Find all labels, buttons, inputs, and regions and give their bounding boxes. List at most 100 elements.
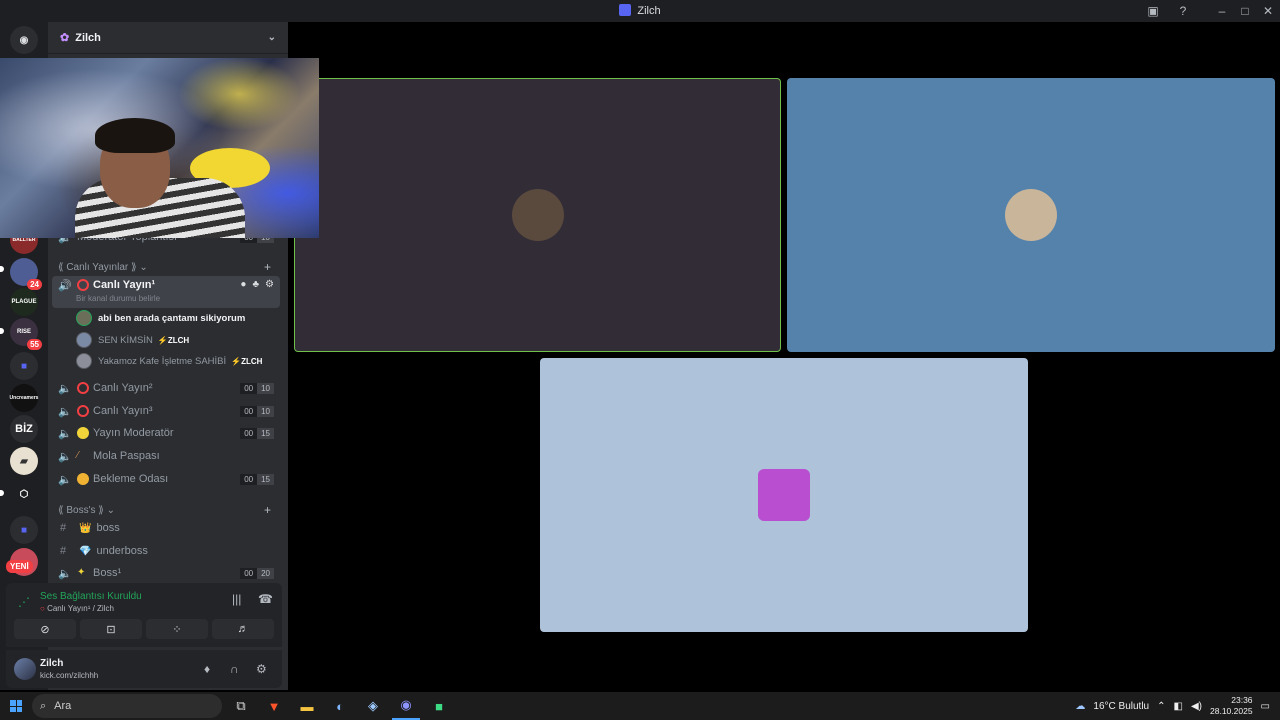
channel-emoji-icon bbox=[77, 405, 89, 417]
microphone-icon[interactable]: ♦ bbox=[204, 662, 210, 676]
help-icon[interactable]: ? bbox=[1175, 3, 1191, 19]
guild-plague[interactable]: PLAGUE bbox=[10, 288, 38, 316]
video-tile[interactable] bbox=[294, 78, 781, 352]
steam-icon[interactable]: ◐ bbox=[326, 692, 354, 720]
channel-status-prompt[interactable]: Bir kanal durumu belirle bbox=[76, 294, 160, 303]
server-header[interactable]: ✿ Zilch ⌄ bbox=[48, 22, 288, 54]
invite-icon[interactable]: ♣ bbox=[252, 279, 259, 290]
channel-name: Canlı Yayın³ bbox=[93, 405, 153, 417]
folder-icon[interactable]: ■ bbox=[10, 352, 38, 380]
discord-home-icon[interactable]: ◉ bbox=[10, 26, 38, 54]
title-bar: Zilch ▣ ? – □ ✕ bbox=[0, 0, 1280, 22]
crown-icon: 👑 bbox=[79, 522, 92, 534]
user-limit: 0010 bbox=[240, 382, 274, 394]
guild-pill bbox=[0, 266, 4, 272]
mention-badge: 55 bbox=[27, 339, 42, 350]
close-button[interactable]: ✕ bbox=[1260, 3, 1276, 19]
user-limit: 0010 bbox=[240, 405, 274, 417]
discord-taskbar-icon[interactable]: ◉ bbox=[392, 692, 420, 720]
guild-item[interactable]: ▰ bbox=[10, 447, 38, 475]
add-channel-icon[interactable]: + bbox=[264, 503, 271, 517]
avatar bbox=[76, 353, 92, 369]
channel-emoji-icon bbox=[77, 382, 89, 394]
folder-icon[interactable]: ■ bbox=[10, 516, 38, 544]
voice-channel[interactable]: 🔈 Bekleme Odası 00 15 bbox=[52, 469, 280, 489]
app-icon[interactable]: ■ bbox=[425, 692, 453, 720]
notification-icon[interactable]: ▭ bbox=[1261, 701, 1270, 712]
camera-off-button[interactable]: ⊘ bbox=[14, 619, 76, 639]
username[interactable]: Zilch bbox=[40, 658, 63, 669]
voice-connected-status[interactable]: Ses Bağlantısı Kuruldu bbox=[40, 591, 142, 602]
channel-emoji-icon bbox=[77, 473, 89, 485]
chat-icon[interactable]: ● bbox=[240, 279, 246, 290]
text-channel[interactable]: # 👑 boss bbox=[52, 518, 280, 538]
user-limit: 00 15 bbox=[240, 427, 274, 439]
voice-channel[interactable]: 🔈 ⁄ Mola Paspası bbox=[52, 446, 280, 466]
channel-name: Yayın Moderatör bbox=[93, 427, 174, 439]
speaker-icon[interactable]: ◀) bbox=[1191, 701, 1202, 712]
speaker-icon: 🔈 bbox=[58, 567, 72, 580]
window-title: Zilch bbox=[0, 4, 1280, 17]
guild-item[interactable]: 24 bbox=[10, 258, 42, 290]
category-boss[interactable]: ⟪ Boss's ⟫ ⌄ + bbox=[58, 503, 271, 517]
gear-icon[interactable]: ⚙ bbox=[256, 662, 267, 676]
minimize-button[interactable]: – bbox=[1214, 3, 1230, 19]
guild-biz[interactable]: BİZ bbox=[10, 415, 38, 443]
file-explorer-icon[interactable]: ▬ bbox=[293, 692, 321, 720]
guild-label: Uncreamers bbox=[9, 395, 39, 401]
signal-icon[interactable]: ⋰ bbox=[18, 595, 30, 609]
voice-channel[interactable]: 🔈 Yayın Moderatör 00 15 bbox=[52, 423, 280, 443]
app-icon[interactable]: ◈ bbox=[359, 692, 387, 720]
voice-channel-path-text: Canlı Yayın¹ / Zilch bbox=[47, 604, 114, 613]
voice-channel[interactable]: 🔈 Canlı Yayın³ 00 10 bbox=[52, 401, 280, 421]
user-limit-max: 10 bbox=[257, 405, 274, 417]
screen-share-button[interactable]: ⊡ bbox=[80, 619, 142, 639]
avatar[interactable] bbox=[14, 658, 36, 680]
voice-member[interactable]: Yakamoz Kafe İşletme SAHİBİ ⚡ZLCH bbox=[76, 351, 262, 371]
text-channel[interactable]: # 💎 underboss bbox=[52, 541, 280, 561]
video-tile[interactable] bbox=[540, 358, 1028, 632]
headphones-icon[interactable]: ∩ bbox=[230, 662, 239, 676]
disconnect-icon[interactable]: ☎ bbox=[258, 592, 273, 606]
noise-suppression-icon[interactable]: ||| bbox=[232, 592, 241, 606]
channel-emoji-icon: ○ bbox=[40, 604, 45, 613]
chevron-up-icon[interactable]: ⌃ bbox=[1157, 701, 1165, 712]
guild-rise[interactable]: RISE 55 bbox=[10, 318, 42, 350]
voice-member[interactable]: SEN KİMSİN ⚡ZLCH bbox=[76, 330, 189, 350]
tray-icon[interactable]: ◧ bbox=[1174, 701, 1183, 712]
add-channel-icon[interactable]: + bbox=[264, 260, 271, 274]
category-live[interactable]: ⟪ Canlı Yayınlar ⟫ ⌄ + bbox=[58, 260, 271, 274]
webcam-person-hair bbox=[95, 118, 175, 153]
channel-name: Canlı Yayın² bbox=[93, 382, 153, 394]
member-name: SEN KİMSİN bbox=[98, 334, 153, 346]
weather-text[interactable]: 16°C Bulutlu bbox=[1093, 701, 1149, 712]
server-icon bbox=[619, 4, 632, 16]
user-limit: 00 15 bbox=[240, 473, 274, 485]
video-tile[interactable] bbox=[787, 78, 1275, 352]
brave-browser-icon[interactable]: ▼ bbox=[260, 692, 288, 720]
soundboard-button[interactable]: ♬ bbox=[212, 619, 274, 639]
voice-channel[interactable]: 🔈 Canlı Yayın² 00 10 bbox=[52, 378, 280, 398]
channel-name: Bekleme Odası bbox=[93, 473, 169, 485]
voice-member[interactable]: abi ben arada çantamı sikiyorum bbox=[76, 308, 245, 328]
user-limit: 00 20 bbox=[240, 567, 274, 579]
chevron-down-icon[interactable]: ⌄ bbox=[268, 32, 276, 43]
voice-channel-active[interactable]: 🔊 Canlı Yayın¹ ● ♣ ⚙ Bir kanal durumu be… bbox=[52, 276, 280, 308]
inbox-icon[interactable]: ▣ bbox=[1145, 3, 1161, 19]
voice-channel[interactable]: 🔈 ✦ Boss¹ 00 20 bbox=[52, 563, 280, 583]
maximize-button[interactable]: □ bbox=[1237, 3, 1253, 19]
gear-icon[interactable]: ⚙ bbox=[265, 279, 274, 290]
participant-avatar bbox=[511, 189, 564, 241]
guild-uncreamers[interactable]: Uncreamers bbox=[10, 384, 38, 412]
start-button[interactable] bbox=[0, 692, 32, 720]
guild-pill bbox=[0, 328, 4, 334]
user-limit-max: 15 bbox=[257, 473, 274, 485]
hexagon-guild-icon[interactable]: ⬡ bbox=[10, 480, 38, 508]
speaker-icon: 🔈 bbox=[58, 427, 72, 440]
user-count: 00 bbox=[240, 427, 258, 439]
task-view-icon[interactable]: ⧉ bbox=[227, 692, 255, 720]
category-label: ⟪ Canlı Yayınlar ⟫ bbox=[58, 262, 137, 273]
clock[interactable]: 23:36 28.10.2025 bbox=[1210, 695, 1253, 717]
taskbar-search[interactable]: ⌕ Ara bbox=[32, 694, 222, 718]
activities-button[interactable]: ⁘ bbox=[146, 619, 208, 639]
